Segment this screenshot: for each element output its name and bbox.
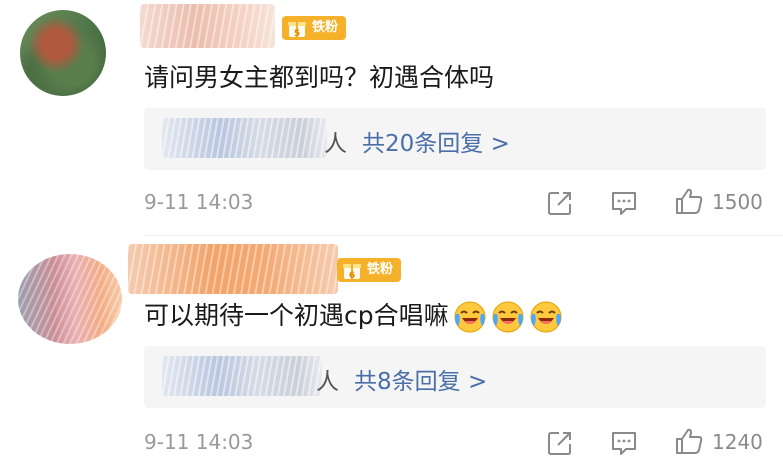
reply-suffix: 人 — [316, 369, 339, 395]
comment-icon[interactable] — [609, 188, 639, 218]
reply-summary[interactable]: 人 共20条回复 > — [144, 108, 766, 170]
comment-icon[interactable] — [609, 428, 639, 458]
fan-level: 6 — [349, 271, 355, 281]
user-avatar[interactable] — [18, 254, 122, 344]
reply-names-blurred — [162, 356, 322, 396]
reply-summary[interactable]: 人 共8条回复 > — [144, 346, 766, 408]
fan-level: 5 — [294, 29, 300, 39]
comment-text-body: 可以期待一个初遇cp合唱嘛 — [144, 301, 449, 330]
share-icon[interactable] — [545, 428, 575, 458]
comment-item: 5 铁粉 请问男女主都到吗？初遇合体吗 人 共20条回复 > 9-11 14:0… — [0, 0, 783, 236]
like-count: 1240 — [712, 430, 763, 454]
like-icon[interactable] — [674, 426, 704, 456]
comment-text: 请问男女主都到吗？初遇合体吗 — [144, 63, 495, 92]
share-icon[interactable] — [545, 188, 575, 218]
fan-badge: 6 铁粉 — [337, 258, 402, 282]
view-replies-link[interactable]: 共20条回复 > — [362, 124, 510, 158]
reply-names-blurred — [162, 118, 327, 158]
laugh-cry-emoji — [492, 301, 524, 333]
timestamp: 9-11 14:03 — [144, 430, 254, 454]
timestamp: 9-11 14:03 — [144, 190, 254, 214]
gift-box-icon: 6 — [343, 264, 361, 281]
user-avatar[interactable] — [20, 10, 106, 96]
fan-badge-label: 铁粉 — [367, 262, 394, 277]
comment-text: 可以期待一个初遇cp合唱嘛 — [144, 296, 563, 334]
username-blurred[interactable] — [128, 244, 338, 294]
gift-box-icon: 5 — [288, 22, 306, 39]
laugh-cry-emoji — [530, 301, 562, 333]
laugh-cry-emoji — [454, 301, 486, 333]
like-icon[interactable] — [674, 186, 704, 216]
reply-suffix: 人 — [324, 131, 347, 157]
like-count: 1500 — [712, 190, 763, 214]
emoji-group — [449, 301, 563, 333]
username-blurred[interactable] — [140, 4, 275, 48]
comment-item: 6 铁粉 可以期待一个初遇cp合唱嘛 人 共8条回复 > 9-11 14:03 … — [0, 236, 783, 462]
fan-badge: 5 铁粉 — [282, 16, 347, 40]
view-replies-link[interactable]: 共8条回复 > — [354, 362, 487, 396]
fan-badge-label: 铁粉 — [312, 20, 339, 35]
